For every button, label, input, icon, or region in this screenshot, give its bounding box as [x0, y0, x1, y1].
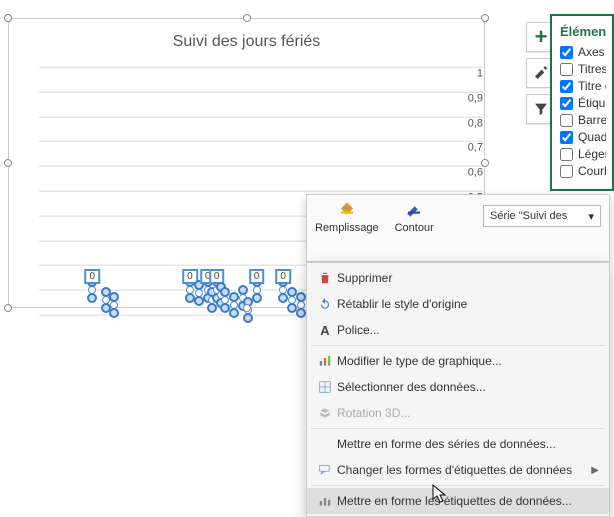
ctx-item-font[interactable]: APolice... — [307, 317, 609, 343]
reset-icon — [313, 297, 337, 311]
ctx-item-delete[interactable]: Supprimer — [307, 265, 609, 291]
ctx-item-shapelabels[interactable]: Changer les formes d'étiquettes de donné… — [307, 457, 609, 483]
panel-item-titre d[interactable]: Titre d — [560, 79, 606, 93]
panel-label: Courb — [578, 164, 606, 178]
panel-label: Titres — [578, 62, 606, 76]
ctx-separator — [311, 485, 605, 486]
chevron-right-icon: ▶ — [591, 465, 599, 476]
panel-title: Éléments d — [560, 24, 606, 39]
3d-icon — [313, 406, 337, 420]
panel-label: Titre d — [578, 79, 606, 93]
selection-handle[interactable] — [238, 285, 248, 295]
panel-item-quadr[interactable]: Quadr — [560, 130, 606, 144]
chart-selection-handle[interactable] — [481, 159, 489, 167]
ctx-item-formatlabels[interactable]: Mettre en forme les étiquettes de donnée… — [307, 488, 609, 514]
selection-handle[interactable] — [109, 308, 119, 318]
ctx-label: Sélectionner des données... — [337, 380, 599, 394]
ctx-label: Modifier le type de graphique... — [337, 354, 599, 368]
funnel-icon — [533, 101, 549, 117]
panel-checkbox[interactable] — [560, 131, 573, 144]
chart-selection-handle[interactable] — [243, 14, 251, 22]
ctx-label: Supprimer — [337, 271, 599, 285]
paintbrush-icon — [533, 65, 549, 81]
selection-handle[interactable] — [243, 313, 253, 323]
ctx-item-rotation: Rotation 3D... — [307, 400, 609, 426]
chart-selection-handle[interactable] — [481, 14, 489, 22]
pen-icon — [402, 201, 426, 219]
panel-item-courb[interactable]: Courb — [560, 164, 606, 178]
chart-selection-handle[interactable] — [4, 159, 12, 167]
selection-handle[interactable] — [229, 308, 239, 318]
ctx-label: Mettre en forme des séries de données... — [337, 437, 599, 451]
plus-icon: + — [535, 24, 548, 50]
callout-icon — [313, 463, 337, 477]
selection-handle[interactable] — [278, 293, 288, 303]
ctx-item-reset[interactable]: Rétablir le style d'origine — [307, 291, 609, 317]
ctx-label: Mettre en forme les étiquettes de donnée… — [337, 494, 599, 508]
ctx-label: Changer les formes d'étiquettes de donné… — [337, 463, 591, 477]
panel-checkbox[interactable] — [560, 63, 573, 76]
data-label[interactable]: 0 — [275, 269, 291, 284]
delete-icon — [313, 271, 337, 285]
panel-checkbox[interactable] — [560, 114, 573, 127]
selection-handle[interactable] — [109, 292, 119, 302]
panel-checkbox[interactable] — [560, 97, 573, 110]
ctx-item-formatseries[interactable]: Mettre en forme des séries de données... — [307, 431, 609, 457]
panel-label: Quadr — [578, 130, 606, 144]
panel-item-axes[interactable]: Axes — [560, 45, 606, 59]
panel-item-étiqu[interactable]: Étiqu — [560, 96, 606, 110]
chart-selection-handle[interactable] — [4, 304, 12, 312]
chart-selection-handle[interactable] — [243, 304, 251, 312]
chart-selection-handle[interactable] — [4, 14, 12, 22]
ctx-item-selectdata[interactable]: Sélectionner des données... — [307, 374, 609, 400]
data-label[interactable]: 0 — [84, 269, 100, 284]
panel-item-légen[interactable]: Légen — [560, 147, 606, 161]
chart-elements-panel: Éléments d Axes Titres Titre d Étiqu Barres Q… — [550, 14, 614, 191]
selection-handle[interactable] — [87, 293, 97, 303]
ctx-separator — [311, 345, 605, 346]
mini-toolbar: Remplissage Contour Série "Suivi des ▾ — [306, 194, 610, 262]
ctx-label: Rétablir le style d'origine — [337, 297, 599, 311]
panel-checkbox[interactable] — [560, 165, 573, 178]
context-menu: SupprimerRétablir le style d'origineAPol… — [306, 262, 610, 517]
chart-icon — [313, 354, 337, 368]
ctx-separator — [311, 428, 605, 429]
ctx-label: Police... — [337, 323, 599, 337]
font-icon: A — [313, 323, 337, 338]
labels-icon — [313, 494, 337, 508]
panel-checkbox[interactable] — [560, 46, 573, 59]
outline-button[interactable]: Contour — [387, 195, 442, 238]
panel-checkbox[interactable] — [560, 80, 573, 93]
selection-handle[interactable] — [229, 292, 239, 302]
chart-title[interactable]: Suivi des jours fériés — [9, 19, 484, 57]
ctx-label: Rotation 3D... — [337, 406, 599, 420]
data-label[interactable]: 0 — [249, 269, 265, 284]
selection-handle[interactable] — [296, 308, 306, 318]
panel-label: Légen — [578, 147, 606, 161]
selection-handle[interactable] — [252, 293, 262, 303]
selection-handle[interactable] — [296, 292, 306, 302]
panel-item-barres[interactable]: Barres — [560, 113, 606, 127]
series-selector-dropdown[interactable]: Série "Suivi des ▾ — [483, 205, 601, 227]
bucket-icon — [335, 201, 359, 219]
panel-checkbox[interactable] — [560, 148, 573, 161]
chevron-down-icon: ▾ — [588, 210, 594, 223]
panel-label: Barres — [578, 113, 606, 127]
fill-button[interactable]: Remplissage — [307, 195, 387, 238]
panel-label: Axes — [578, 45, 605, 59]
panel-item-titres[interactable]: Titres — [560, 62, 606, 76]
grid-icon — [313, 380, 337, 394]
ctx-item-changetype[interactable]: Modifier le type de graphique... — [307, 348, 609, 374]
panel-label: Étiqu — [578, 96, 605, 110]
